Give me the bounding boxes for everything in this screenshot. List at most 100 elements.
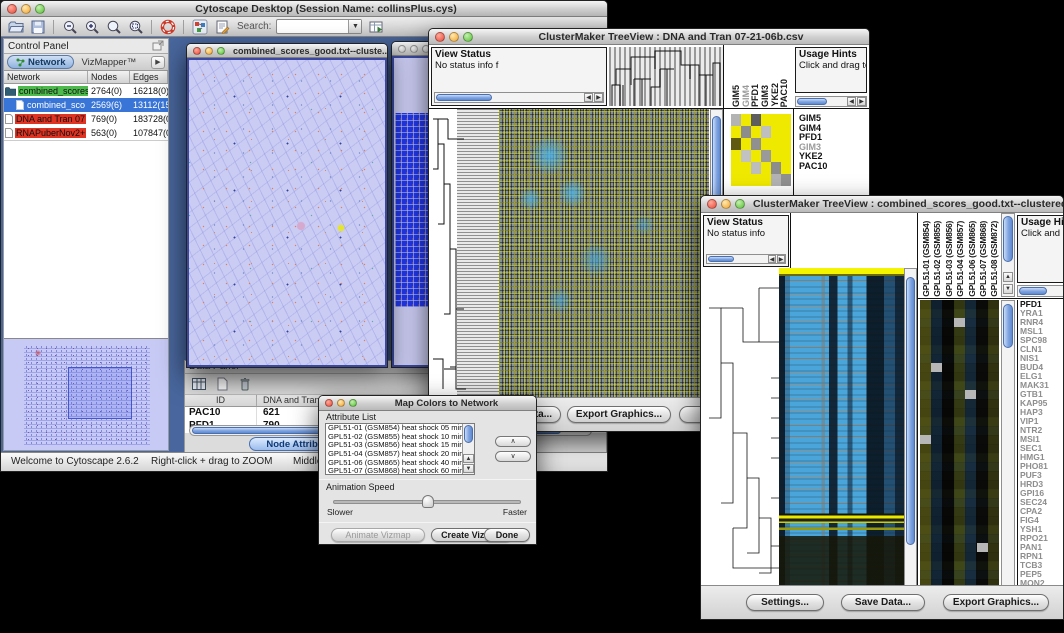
col-network[interactable]: Network: [4, 71, 88, 83]
close-button[interactable]: [707, 199, 717, 209]
network-tab-icon: [16, 58, 25, 67]
birdseye-view[interactable]: [4, 338, 168, 450]
dialog-titlebar[interactable]: Map Colors to Network: [319, 396, 536, 411]
zoom-button[interactable]: [349, 399, 357, 407]
heatmap-detail[interactable]: [920, 300, 999, 587]
close-button[interactable]: [435, 32, 445, 42]
heatmap-vscroll[interactable]: [904, 268, 917, 587]
zoom-button[interactable]: [735, 199, 745, 209]
hscroll-thumb[interactable]: [797, 98, 827, 105]
help-ring-icon[interactable]: [159, 18, 176, 35]
row-dendrogram[interactable]: [703, 268, 779, 587]
column-labels-vscroll[interactable]: ▲ ▼: [1001, 213, 1015, 297]
gene-list-vscroll[interactable]: [1001, 300, 1015, 587]
vscroll-thumb[interactable]: [1003, 304, 1013, 348]
tab-overflow-arrow[interactable]: ▶: [151, 56, 165, 69]
scroll-left-icon[interactable]: ◀: [584, 93, 593, 102]
attribute-list-scrollbar[interactable]: ▲ ▼: [462, 424, 474, 474]
usage-hints-scrollbar[interactable]: ◀ ▶: [795, 96, 867, 107]
zoom-in-icon[interactable]: [83, 18, 100, 35]
view-status-scrollbar[interactable]: ◀ ▶: [434, 92, 604, 103]
tab-network[interactable]: Network: [7, 55, 74, 69]
import-table-icon[interactable]: [367, 18, 384, 35]
attribute-item[interactable]: GPL51-07 (GSM868) heat shock 60 min: [326, 467, 474, 475]
close-button[interactable]: [7, 4, 17, 14]
col-id[interactable]: ID: [185, 395, 257, 406]
treeview-combined-titlebar[interactable]: ClusterMaker TreeView : combined_scores_…: [701, 196, 1063, 213]
vscroll-thumb[interactable]: [464, 425, 473, 443]
minimize-button[interactable]: [721, 199, 731, 209]
toolbar-separator: [183, 20, 184, 34]
vscroll-thumb[interactable]: [1003, 216, 1013, 262]
scroll-down-icon[interactable]: ▼: [463, 464, 474, 473]
zoom-fit-icon[interactable]: [105, 18, 122, 35]
hscroll-thumb[interactable]: [1019, 287, 1047, 295]
scroll-left-icon[interactable]: ◀: [768, 255, 776, 263]
network-row-dna-tran[interactable]: DNA and Tran 07 769(0) 183728(0): [4, 112, 168, 126]
main-titlebar[interactable]: Cytoscape Desktop (Session Name: collins…: [1, 1, 607, 17]
export-graphics-button[interactable]: Export Graphics...: [943, 594, 1049, 611]
move-up-button[interactable]: ∧: [495, 436, 531, 447]
network-row-combined-scores[interactable]: combined_scores 2764(0) 16218(0): [4, 84, 168, 98]
hscroll-thumb[interactable]: [708, 256, 734, 262]
birdseye-viewport-rect[interactable]: [68, 367, 132, 419]
scroll-right-icon[interactable]: ▶: [777, 255, 785, 263]
heatmap-dna[interactable]: [499, 109, 709, 399]
select-attributes-icon[interactable]: [191, 376, 207, 392]
heatmap-missing-cell: [920, 435, 931, 444]
col-edges[interactable]: Edges: [130, 71, 168, 83]
network-row-rnapuber[interactable]: RNAPuberNov2+ 563(0) 107847(0): [4, 126, 168, 140]
treeview-dna-titlebar[interactable]: ClusterMaker TreeView : DNA and Tran 07-…: [429, 29, 869, 45]
delete-attribute-icon[interactable]: [237, 376, 253, 392]
zoom-button[interactable]: [217, 47, 225, 55]
hscroll-thumb[interactable]: [436, 94, 492, 101]
minimize-button[interactable]: [337, 399, 345, 407]
close-button[interactable]: [193, 47, 201, 55]
move-down-button[interactable]: ∨: [495, 451, 531, 462]
network-row-selected[interactable]: combined_sco 2569(6) 13112(15): [4, 98, 168, 112]
zoom-selected-icon[interactable]: [127, 18, 144, 35]
view-status-scrollbar[interactable]: ◀ ▶: [706, 254, 786, 264]
cluster-correlation-matrix[interactable]: [731, 114, 791, 186]
minimize-button[interactable]: [449, 32, 459, 42]
heatmap-combined[interactable]: [779, 268, 904, 587]
close-button[interactable]: [398, 45, 406, 53]
scroll-right-icon[interactable]: ▶: [594, 93, 603, 102]
animate-vizmap-button[interactable]: Animate Vizmap: [331, 528, 425, 542]
minimize-button[interactable]: [205, 47, 213, 55]
export-graphics-button[interactable]: Export Graphics...: [567, 406, 671, 423]
scroll-up-icon[interactable]: ▲: [463, 454, 474, 463]
zoom-out-icon[interactable]: [61, 18, 78, 35]
network-graph-canvas[interactable]: [187, 58, 387, 367]
scroll-left-icon[interactable]: ◀: [847, 97, 856, 106]
scroll-up-icon[interactable]: ▲: [1003, 272, 1013, 282]
zoom-button[interactable]: [463, 32, 473, 42]
new-attribute-icon[interactable]: [214, 376, 230, 392]
row-label[interactable]: PAC10: [799, 162, 827, 172]
row-dendrogram[interactable]: [431, 109, 499, 399]
column-dendrogram[interactable]: [609, 47, 723, 106]
minimize-button[interactable]: [410, 45, 418, 53]
vscroll-thumb[interactable]: [906, 277, 915, 545]
col-nodes[interactable]: Nodes: [88, 71, 130, 83]
float-panel-icon[interactable]: [152, 40, 164, 52]
search-input[interactable]: ▼: [276, 19, 362, 34]
scroll-down-icon[interactable]: ▼: [1003, 284, 1013, 294]
save-data-button[interactable]: Save Data...: [841, 594, 925, 611]
close-button[interactable]: [325, 399, 333, 407]
done-button[interactable]: Done: [484, 528, 530, 542]
open-session-button[interactable]: [7, 18, 24, 35]
tab-vizmapper[interactable]: VizMapper™: [77, 57, 140, 68]
network-view-titlebar[interactable]: combined_scores_good.txt--cluste...: [187, 44, 387, 58]
usage-hints-scrollbar[interactable]: [1017, 285, 1064, 297]
zoom-button[interactable]: [35, 4, 45, 14]
combo-arrow-icon[interactable]: ▼: [348, 20, 361, 33]
vizmap-icon[interactable]: [191, 18, 208, 35]
annotation-icon[interactable]: [213, 18, 230, 35]
scroll-right-icon[interactable]: ▶: [857, 97, 866, 106]
view-status-panel: View Status No status info ◀ ▶: [703, 215, 789, 267]
slider-thumb[interactable]: [422, 495, 434, 508]
minimize-button[interactable]: [21, 4, 31, 14]
settings-button[interactable]: Settings...: [746, 594, 824, 611]
save-session-button[interactable]: [29, 18, 46, 35]
